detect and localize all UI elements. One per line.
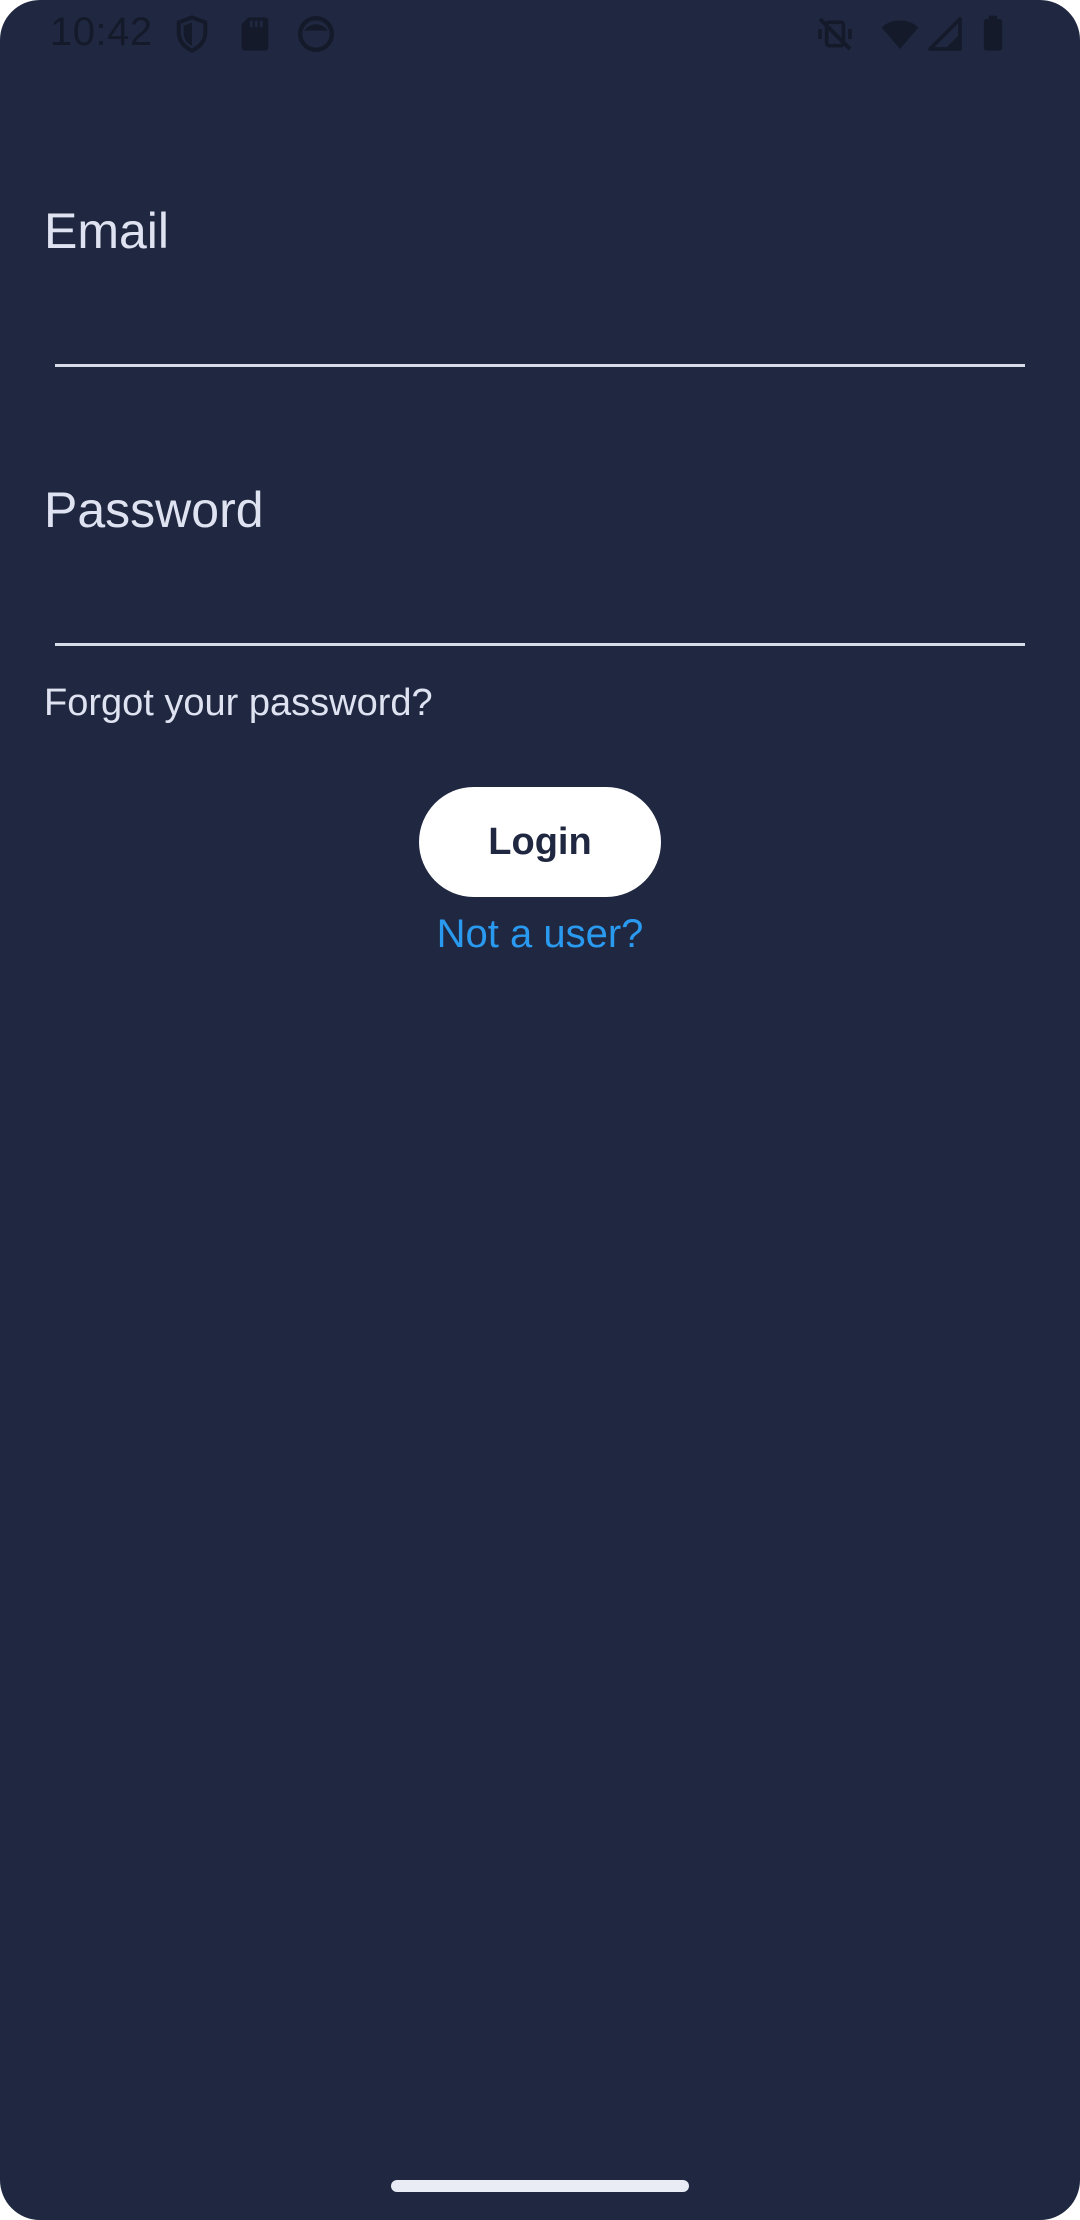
status-time: 10:42 [50,10,153,54]
email-label: Email [44,203,170,259]
battery-icon [973,14,1013,54]
password-field[interactable] [55,576,1025,646]
email-field[interactable] [55,297,1025,367]
status-bar: 10:42 [0,0,1080,68]
sd-card-icon [235,14,275,54]
face-circle-icon [296,14,336,54]
signup-link[interactable]: Not a user? [0,912,1080,957]
password-label: Password [44,482,264,538]
shield-icon [172,14,212,54]
home-indicator[interactable] [391,2180,689,2192]
signal-icon [925,14,965,54]
signup-link-label[interactable]: Not a user? [437,912,644,956]
login-screen: 10:42 Email Password Forgot your passwor… [0,0,1080,2220]
vibrate-off-icon [815,14,855,54]
forgot-password-link[interactable]: Forgot your password? [44,682,433,725]
wifi-icon [880,14,920,54]
login-button[interactable]: Login [419,787,661,897]
